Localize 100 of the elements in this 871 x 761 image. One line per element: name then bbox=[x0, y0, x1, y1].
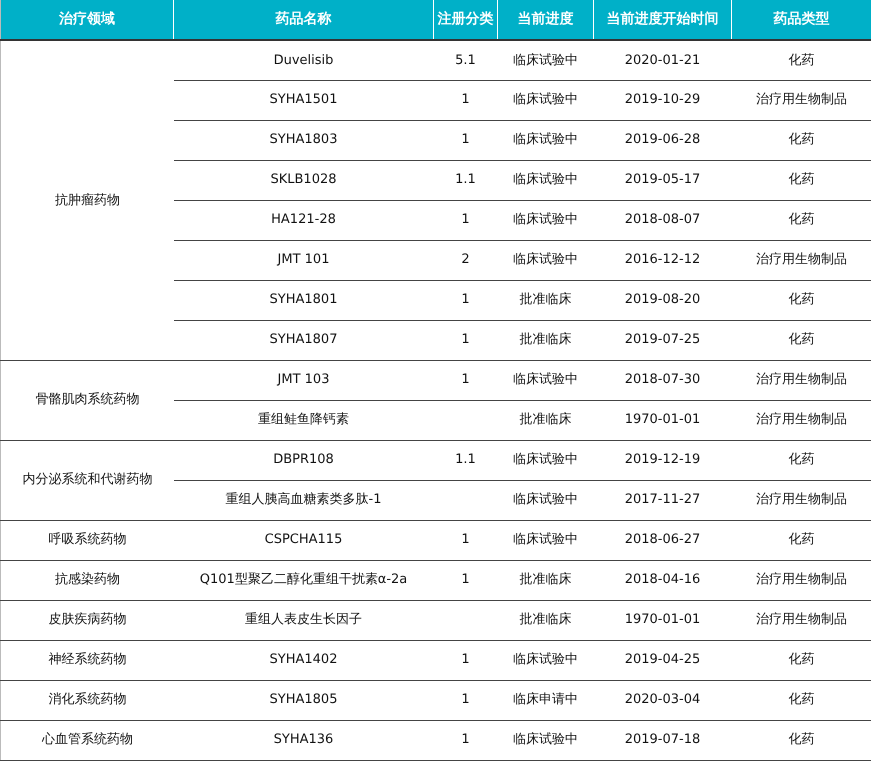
table-cell: 2016-12-12 bbox=[594, 240, 732, 280]
column-header: 药品名称 bbox=[174, 0, 434, 40]
table-cell: 化药 bbox=[732, 680, 871, 720]
table-cell: 内分泌系统和代谢药物 bbox=[0, 440, 174, 520]
table-cell: 治疗用生物制品 bbox=[732, 360, 871, 400]
table-cell: 2019-07-18 bbox=[594, 720, 732, 760]
table-cell: 化药 bbox=[732, 280, 871, 320]
table-cell: 临床试验中 bbox=[498, 520, 594, 560]
table-cell: 化药 bbox=[732, 640, 871, 680]
table-cell: 临床试验中 bbox=[498, 480, 594, 520]
table-cell: 2019-06-28 bbox=[594, 120, 732, 160]
table-cell: 1 bbox=[434, 200, 498, 240]
table-cell: 临床试验中 bbox=[498, 440, 594, 480]
table-cell: 2019-10-29 bbox=[594, 80, 732, 120]
table-cell: 2019-12-19 bbox=[594, 440, 732, 480]
table-cell: 2019-05-17 bbox=[594, 160, 732, 200]
table-cell: 化药 bbox=[732, 520, 871, 560]
table-cell: JMT 101 bbox=[174, 240, 434, 280]
table-cell: SYHA1402 bbox=[174, 640, 434, 680]
table-cell: 治疗用生物制品 bbox=[732, 560, 871, 600]
table-cell: 批准临床 bbox=[498, 280, 594, 320]
table-cell: 2019-07-25 bbox=[594, 320, 732, 360]
table-cell: 2 bbox=[434, 240, 498, 280]
table-cell: 治疗用生物制品 bbox=[732, 600, 871, 640]
column-header: 药品类型 bbox=[732, 0, 871, 40]
table-cell: 呼吸系统药物 bbox=[0, 520, 174, 560]
table-cell: 消化系统药物 bbox=[0, 680, 174, 720]
table-cell: 2018-04-16 bbox=[594, 560, 732, 600]
table-cell: 2019-08-20 bbox=[594, 280, 732, 320]
table-cell: 2019-04-25 bbox=[594, 640, 732, 680]
table-cell: 5.1 bbox=[434, 40, 498, 80]
table-cell: 临床试验中 bbox=[498, 40, 594, 80]
table-cell: 临床试验中 bbox=[498, 640, 594, 680]
table-cell: 抗肿瘤药物 bbox=[0, 40, 174, 360]
table-cell: 骨骼肌肉系统药物 bbox=[0, 360, 174, 440]
table-cell: 1.1 bbox=[434, 440, 498, 480]
table-cell: SYHA1501 bbox=[174, 80, 434, 120]
table-cell: Q101型聚乙二醇化重组干扰素α-2a bbox=[174, 560, 434, 600]
table-cell: 1 bbox=[434, 320, 498, 360]
table-cell: 1 bbox=[434, 280, 498, 320]
column-header: 治疗领域 bbox=[0, 0, 174, 40]
table-cell: 批准临床 bbox=[498, 320, 594, 360]
table-cell: 治疗用生物制品 bbox=[732, 80, 871, 120]
table-cell: 重组鲑鱼降钙素 bbox=[174, 400, 434, 440]
table-cell: JMT 103 bbox=[174, 360, 434, 400]
table-cell: 化药 bbox=[732, 440, 871, 480]
table-cell: HA121-28 bbox=[174, 200, 434, 240]
table-cell: 化药 bbox=[732, 120, 871, 160]
table-cell: 皮肤疾病药物 bbox=[0, 600, 174, 640]
table-cell: 临床试验中 bbox=[498, 240, 594, 280]
table-cell: 2018-08-07 bbox=[594, 200, 732, 240]
table-cell: 1 bbox=[434, 720, 498, 760]
table-cell: 临床试验中 bbox=[498, 120, 594, 160]
table-cell: 心血管系统药物 bbox=[0, 720, 174, 760]
table-cell: 1 bbox=[434, 520, 498, 560]
table-cell: SYHA136 bbox=[174, 720, 434, 760]
table-cell: 临床试验中 bbox=[498, 720, 594, 760]
table-cell: 临床试验中 bbox=[498, 80, 594, 120]
table-cell: 2020-01-21 bbox=[594, 40, 732, 80]
table-cell: SYHA1801 bbox=[174, 280, 434, 320]
table-cell: 1970-01-01 bbox=[594, 400, 732, 440]
table-cell: 治疗用生物制品 bbox=[732, 240, 871, 280]
table-cell: 1 bbox=[434, 360, 498, 400]
table-cell: SYHA1807 bbox=[174, 320, 434, 360]
table-cell: 化药 bbox=[732, 720, 871, 760]
table-cell: 2018-07-30 bbox=[594, 360, 732, 400]
table-cell: 化药 bbox=[732, 200, 871, 240]
table-cell: 重组人胰高血糖素类多肽-1 bbox=[174, 480, 434, 520]
table-cell: 抗感染药物 bbox=[0, 560, 174, 600]
table-cell: CSPCHA115 bbox=[174, 520, 434, 560]
table-cell: 批准临床 bbox=[498, 600, 594, 640]
table-cell: 1 bbox=[434, 680, 498, 720]
table-cell: 1 bbox=[434, 120, 498, 160]
table-cell: 治疗用生物制品 bbox=[732, 480, 871, 520]
table-cell: 化药 bbox=[732, 160, 871, 200]
table-cell: 2018-06-27 bbox=[594, 520, 732, 560]
table-cell: 2020-03-04 bbox=[594, 680, 732, 720]
table-cell: 重组人表皮生长因子 bbox=[174, 600, 434, 640]
table-cell: 1.1 bbox=[434, 160, 498, 200]
table-cell: Duvelisib bbox=[174, 40, 434, 80]
table-cell: 治疗用生物制品 bbox=[732, 400, 871, 440]
table-cell: 临床申请中 bbox=[498, 680, 594, 720]
table-cell: 1970-01-01 bbox=[594, 600, 732, 640]
column-header: 当前进度开始时间 bbox=[594, 0, 732, 40]
table-cell: SYHA1803 bbox=[174, 120, 434, 160]
table-cell: 2017-11-27 bbox=[594, 480, 732, 520]
table-cell: 批准临床 bbox=[498, 560, 594, 600]
table-cell: 1 bbox=[434, 640, 498, 680]
table-cell: 临床试验中 bbox=[498, 160, 594, 200]
column-header: 注册分类 bbox=[434, 0, 498, 40]
table-cell: 化药 bbox=[732, 40, 871, 80]
table-cell: SKLB1028 bbox=[174, 160, 434, 200]
table-cell: 1 bbox=[434, 80, 498, 120]
table-cell: 临床试验中 bbox=[498, 360, 594, 400]
table-cell: 1 bbox=[434, 560, 498, 600]
table-cell: SYHA1805 bbox=[174, 680, 434, 720]
column-header: 当前进度 bbox=[498, 0, 594, 40]
table-cell: 临床试验中 bbox=[498, 200, 594, 240]
table-cell: 化药 bbox=[732, 320, 871, 360]
table-cell: DBPR108 bbox=[174, 440, 434, 480]
